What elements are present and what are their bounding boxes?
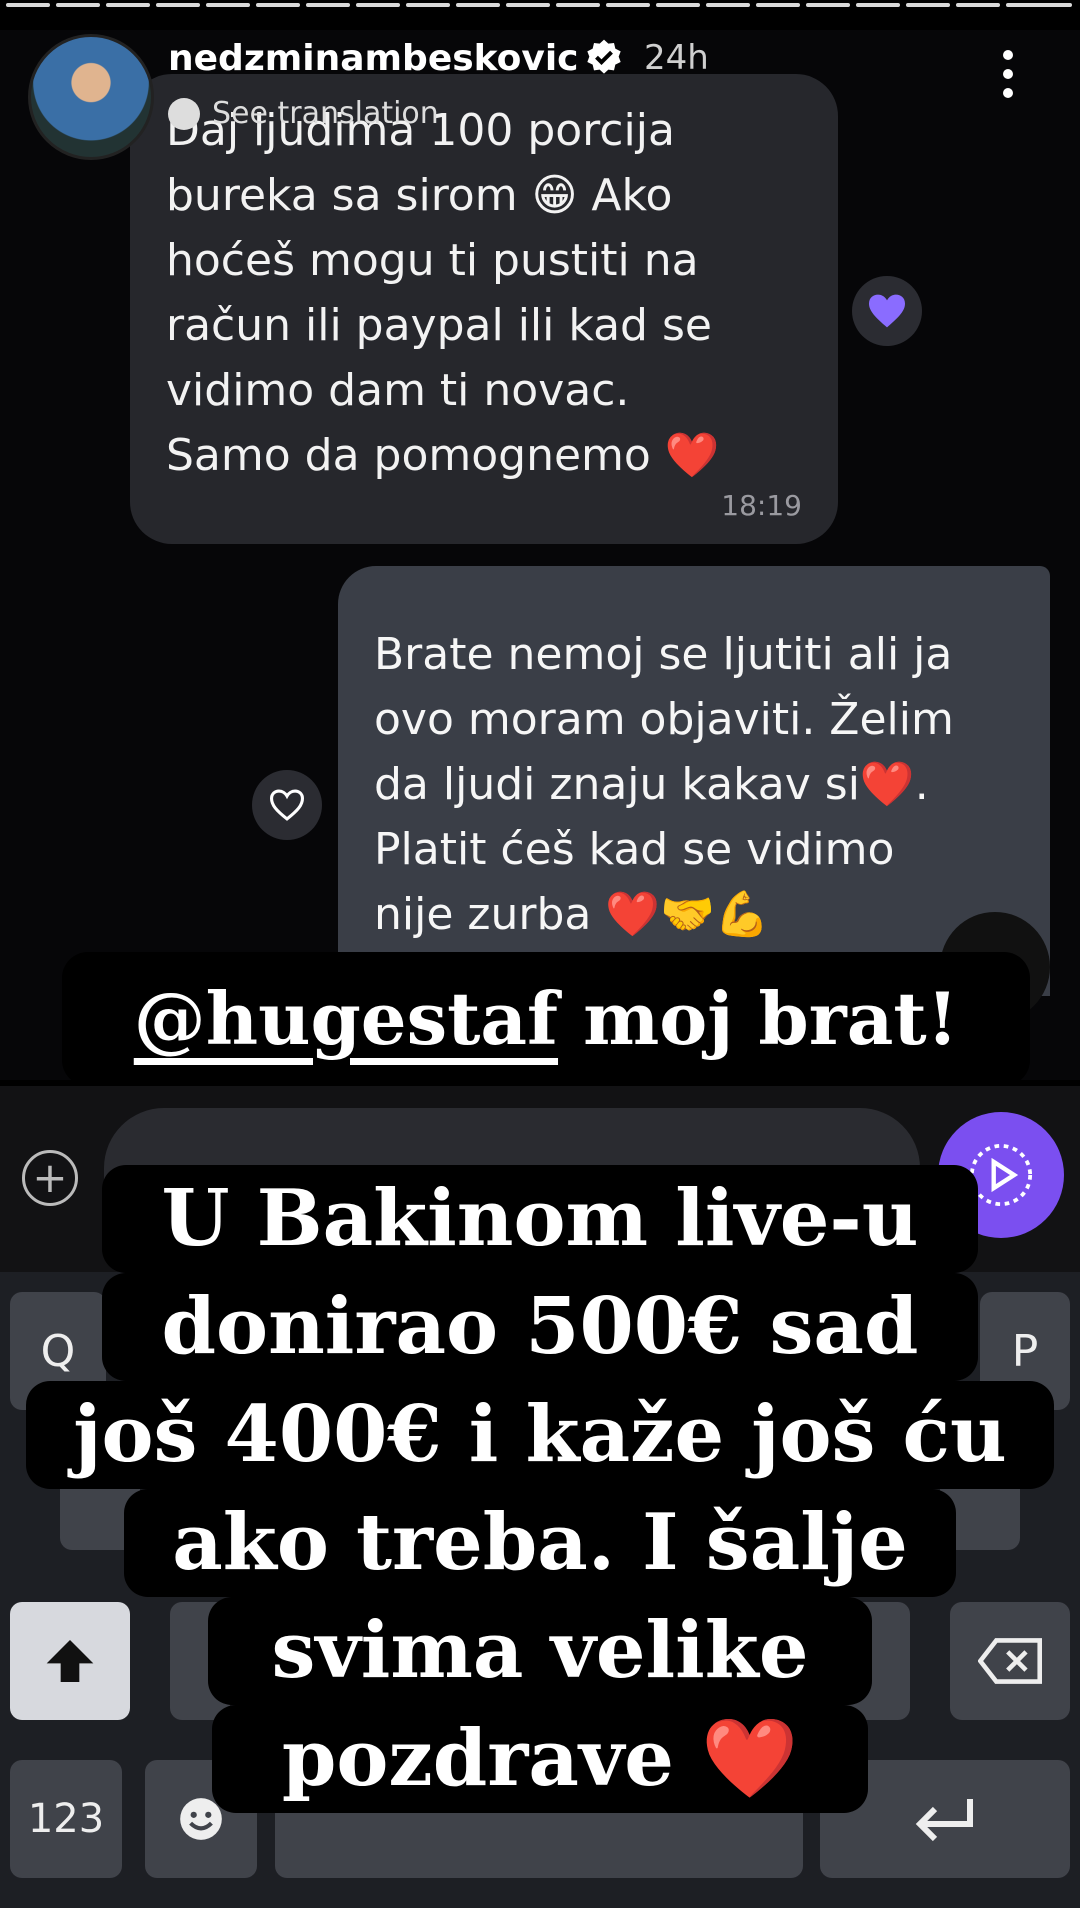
shift-arrow-icon [46,1640,94,1682]
mention-caption-text: moj brat! [558,976,959,1061]
caption-line: donirao 500€ sad [102,1273,978,1381]
key-label: Q [40,1325,76,1377]
message-line: ovo moram objaviti. Želim [374,694,954,745]
caption-line: još 400€ i kaže još ću [26,1381,1054,1489]
verified-badge-icon [587,39,621,74]
caption-line: pozdrave ❤️ [212,1705,868,1813]
numbers-key[interactable]: 123 [10,1760,122,1878]
story-time: 24h [644,38,709,78]
incoming-message-bubble: Daj ljudima 100 porcija bureka sa sirom … [130,74,838,544]
caption-line: svima velike [208,1597,872,1705]
message-time: 18:19 [721,489,802,522]
purple-heart-icon [869,294,905,328]
backspace-key[interactable] [950,1602,1070,1720]
message-line: vidimo dam ti novac. [166,365,630,416]
enter-icon [915,1799,973,1842]
mention-caption: @hugestaf moj brat! [62,952,1030,1086]
plus-icon[interactable]: + [22,1150,78,1206]
see-translation-label: See translation [212,96,439,131]
message-line: da ljudi znaju kakav si❤️. [374,759,929,810]
more-options-icon[interactable] [996,50,1020,110]
caption-line: ako treba. I šalje [124,1489,956,1597]
reaction-heart [852,276,922,346]
outgoing-message-bubble: Brate nemoj se ljutiti ali ja ovo moram … [338,566,1050,996]
message-line: bureka sa sirom 😁 Ako [166,170,673,221]
outgoing-message-text: Brate nemoj se ljutiti ali ja ovo moram … [374,622,1034,947]
mention-link[interactable]: @hugestaf [134,976,558,1061]
key-label: P [1011,1325,1039,1377]
key-label: 123 [27,1796,105,1842]
caption-line: U Bakinom live-u [102,1165,978,1273]
avatar[interactable] [28,34,154,160]
shift-key[interactable] [10,1602,130,1720]
message-line: Samo da pomognemo ❤️ [166,430,720,481]
username[interactable]: nedzminambeskovic [168,38,579,79]
message-line: Brate nemoj se ljutiti ali ja [374,629,953,680]
incoming-message-text: Daj ljudima 100 porcija bureka sa sirom … [166,98,816,488]
message-line: Platit ćeš kad se vidimo [374,824,895,875]
backspace-icon [978,1638,1042,1684]
message-line: račun ili paypal ili kad se [166,300,712,351]
translate-icon [168,97,200,130]
message-line: nije zurba ❤️🤝💪 [374,889,770,940]
message-line: hoćeš mogu ti pustiti na [166,235,699,286]
heart-outline-icon [269,789,305,821]
like-button[interactable] [252,770,322,840]
see-translation-link[interactable]: See translation [168,96,439,131]
